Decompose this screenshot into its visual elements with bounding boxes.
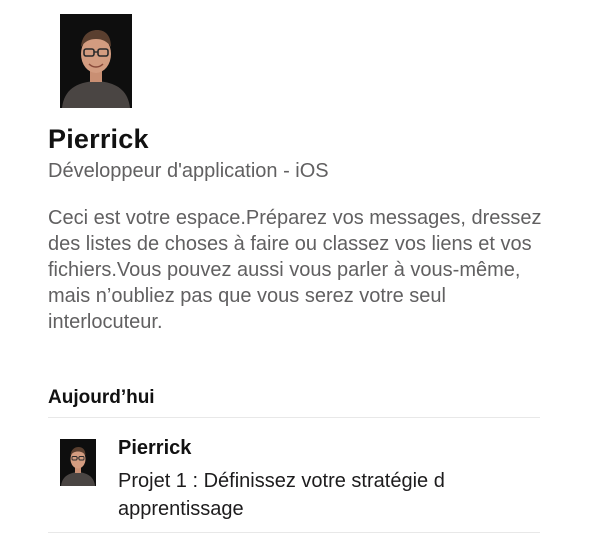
profile-title: Développeur d'application - iOS	[48, 160, 329, 182]
message-avatar[interactable]	[60, 439, 96, 486]
user-avatar-icon	[60, 14, 132, 108]
channel-intro-text: Ceci est votre espace.Préparez vos messa…	[48, 207, 542, 333]
message-text: Projet 1 : Définissez votre stratégie d …	[118, 470, 445, 520]
message-divider	[48, 532, 540, 533]
message-divider	[48, 417, 540, 418]
message-sender-name[interactable]: Pierrick	[118, 437, 191, 460]
profile-avatar[interactable]	[60, 14, 132, 108]
profile-name[interactable]: Pierrick	[48, 124, 149, 155]
day-divider-label: Aujourd’hui	[48, 387, 155, 408]
user-avatar-icon	[60, 439, 96, 486]
